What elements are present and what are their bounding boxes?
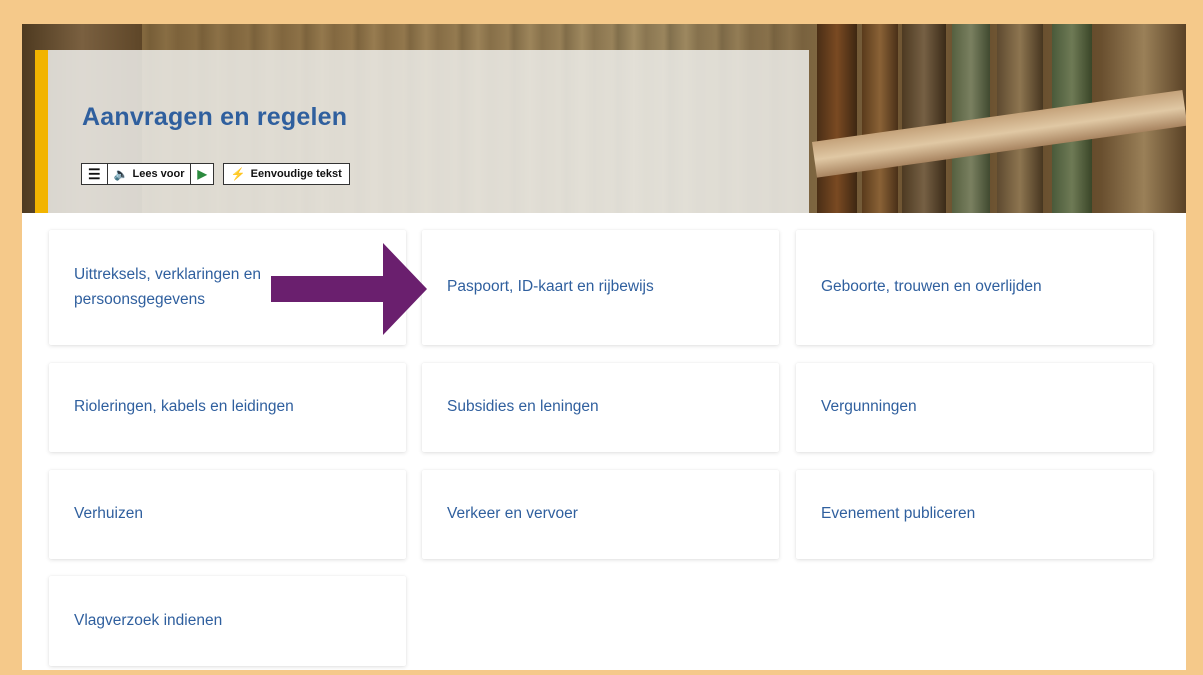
speaker-icon: 🔈 — [113, 167, 129, 181]
card-label: Verkeer en vervoer — [447, 505, 578, 523]
card-label: Geboorte, trouwen en overlijden — [821, 278, 1042, 296]
readspeaker-menu-button[interactable]: ☰ — [82, 164, 108, 184]
right-arrow-icon — [271, 243, 427, 335]
card-rioleringen[interactable]: Rioleringen, kabels en leidingen — [49, 363, 406, 452]
page-title: Aanvragen en regelen — [82, 103, 348, 131]
play-icon: ▶ — [197, 167, 207, 181]
card-label: Rioleringen, kabels en leidingen — [74, 398, 294, 416]
card-label: Vlagverzoek indienen — [74, 611, 223, 629]
card-label: Paspoort, ID-kaart en rijbewijs — [447, 278, 654, 296]
page-frame: Aanvragen en regelen ☰ 🔈 Lees voor ▶ ⚡ E… — [22, 24, 1186, 670]
card-geboorte[interactable]: Geboorte, trouwen en overlijden — [796, 230, 1153, 345]
readspeaker-toolbar: ☰ 🔈 Lees voor ▶ ⚡ Eenvoudige tekst — [81, 163, 350, 185]
card-label: Evenement publiceren — [821, 505, 976, 523]
read-aloud-button[interactable]: 🔈 Lees voor — [107, 164, 192, 184]
simple-text-label: Eenvoudige tekst — [250, 168, 342, 180]
card-subsidies[interactable]: Subsidies en leningen — [422, 363, 779, 452]
card-verhuizen[interactable]: Verhuizen — [49, 470, 406, 559]
simple-text-button[interactable]: ⚡ Eenvoudige tekst — [222, 163, 350, 185]
hamburger-icon: ☰ — [88, 166, 101, 182]
card-label: Vergunningen — [821, 398, 917, 416]
card-vlagverzoek[interactable]: Vlagverzoek indienen — [49, 576, 406, 666]
card-paspoort[interactable]: Paspoort, ID-kaart en rijbewijs — [422, 230, 779, 345]
card-label: Verhuizen — [74, 505, 143, 523]
lightning-icon: ⚡ — [230, 167, 246, 181]
readspeaker-group: ☰ 🔈 Lees voor ▶ — [81, 163, 214, 185]
hero-banner: Aanvragen en regelen ☰ 🔈 Lees voor ▶ ⚡ E… — [22, 24, 1186, 213]
hero-accent-bar — [35, 50, 48, 213]
card-evenement[interactable]: Evenement publiceren — [796, 470, 1153, 559]
card-label: Subsidies en leningen — [447, 398, 599, 416]
read-aloud-label: Lees voor — [132, 168, 185, 180]
play-button[interactable]: ▶ — [191, 164, 213, 184]
card-verkeer[interactable]: Verkeer en vervoer — [422, 470, 779, 559]
card-vergunningen[interactable]: Vergunningen — [796, 363, 1153, 452]
